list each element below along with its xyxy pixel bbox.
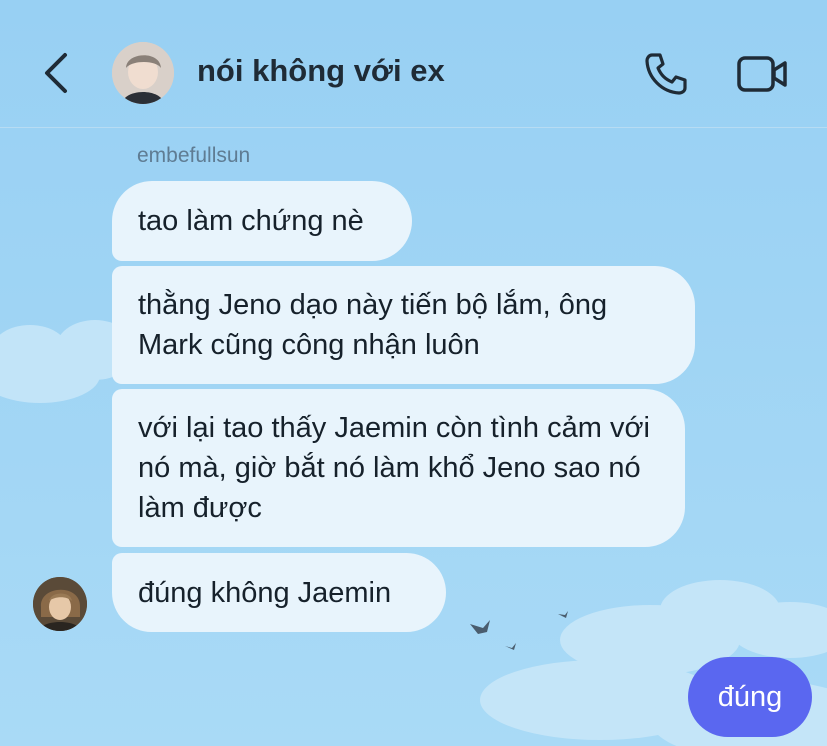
message-bubble[interactable]: tao làm chứng nè (112, 181, 412, 261)
message-text: với lại tao thấy Jaemin còn tình cảm với… (138, 412, 650, 524)
outgoing-message-bubble[interactable]: đúng (688, 657, 812, 737)
phone-icon (645, 53, 687, 95)
chat-header: nói không với ex (0, 0, 827, 128)
message-bubble[interactable]: đúng không Jaemin (112, 553, 446, 632)
message-text: đúng (717, 680, 783, 713)
message-text: thằng Jeno dạo này tiến bộ lắm, ông Mark… (138, 289, 608, 361)
video-call-button[interactable] (735, 48, 791, 100)
chevron-left-icon (45, 53, 67, 93)
message-text: đúng không Jaemin (138, 576, 392, 609)
back-button[interactable] (30, 48, 80, 98)
chat-title: nói không với ex (197, 53, 445, 88)
video-camera-icon (737, 56, 787, 92)
message-bubble[interactable]: thằng Jeno dạo này tiến bộ lắm, ông Mark… (112, 266, 695, 384)
message-bubble[interactable]: với lại tao thấy Jaemin còn tình cảm với… (112, 389, 685, 547)
message-text: tao làm chứng nè (138, 205, 364, 237)
sender-avatar[interactable] (33, 577, 87, 631)
sender-avatar-image (33, 577, 87, 631)
group-avatar-image (112, 42, 174, 104)
call-button[interactable] (640, 48, 692, 100)
avatar[interactable] (112, 42, 174, 104)
sender-name: embefullsun (137, 144, 251, 167)
